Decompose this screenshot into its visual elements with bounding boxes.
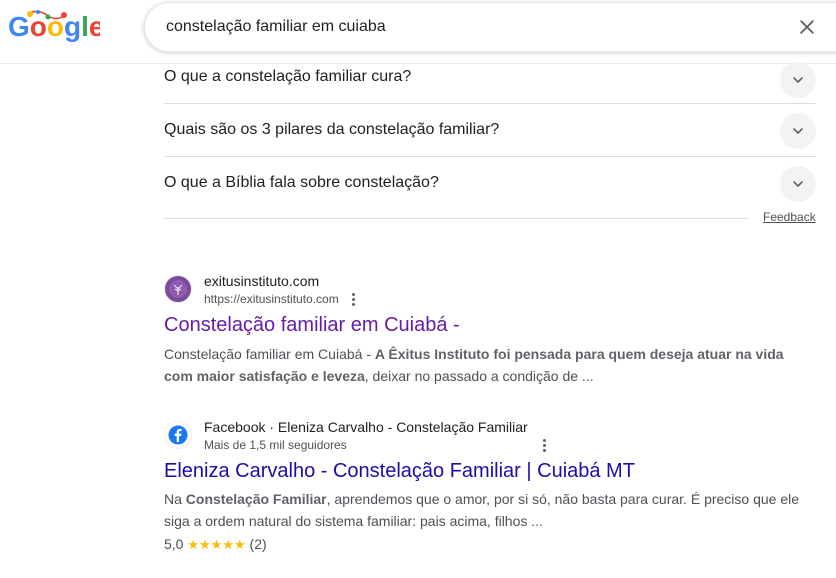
- svg-text:Google: Google: [8, 11, 100, 42]
- paa-question-text: Quais são os 3 pilares da constelação fa…: [164, 121, 500, 138]
- result-snippet: Constelação familiar em Cuiabá - A Êxitu…: [164, 343, 814, 387]
- more-options-icon[interactable]: [535, 436, 553, 454]
- more-options-icon[interactable]: [344, 290, 362, 308]
- snippet-text: Constelação familiar em Cuiabá -: [164, 346, 375, 362]
- paa-question[interactable]: O que a constelação familiar cura?: [164, 52, 816, 104]
- site-favicon: [164, 421, 192, 449]
- close-icon: [800, 20, 814, 34]
- snippet-text: , deixar no passado a condição de ...: [364, 368, 594, 384]
- site-favicon: [164, 275, 192, 303]
- site-subtitle: Mais de 1,5 mil seguidores: [204, 438, 347, 452]
- people-also-ask: O que a constelação familiar cura? Quais…: [164, 52, 816, 210]
- site-url[interactable]: https://exitusinstituto.com: [204, 292, 339, 306]
- paa-question-text: O que a constelação familiar cura?: [164, 68, 412, 85]
- feedback-link[interactable]: Feedback: [763, 210, 816, 224]
- chevron-down-icon[interactable]: [780, 62, 816, 98]
- search-input[interactable]: constelação familiar em cuiaba: [166, 18, 386, 36]
- star-rating-icon: ★★★★★: [187, 537, 246, 552]
- rating-value: 5,0: [164, 536, 184, 552]
- search-box[interactable]: constelação familiar em cuiaba: [144, 2, 836, 52]
- site-name[interactable]: exitusinstituto.com: [204, 273, 319, 289]
- clear-search-button[interactable]: [795, 15, 819, 39]
- site-name[interactable]: Facebook · Eleniza Carvalho - Constelaçã…: [204, 419, 528, 435]
- tree-icon: [169, 280, 187, 298]
- paa-question[interactable]: Quais são os 3 pilares da constelação fa…: [164, 104, 816, 157]
- result-title-link[interactable]: Eleniza Carvalho - Constelação Familiar …: [164, 460, 635, 483]
- result-snippet: Na Constelação Familiar, aprendemos que …: [164, 488, 814, 532]
- snippet-highlight: Constelação Familiar: [185, 491, 327, 507]
- google-doodle-logo[interactable]: Google: [8, 6, 104, 46]
- divider: [164, 218, 748, 219]
- facebook-icon: [168, 425, 188, 445]
- snippet-text: Na: [164, 491, 186, 507]
- paa-question[interactable]: O que a Bíblia fala sobre constelação?: [164, 157, 816, 210]
- result-title-link[interactable]: Constelação familiar em Cuiabá -: [164, 314, 460, 337]
- chevron-down-icon[interactable]: [780, 166, 816, 202]
- rating: 5,0 ★★★★★ (2): [164, 536, 267, 553]
- paa-question-text: O que a Bíblia fala sobre constelação?: [164, 174, 439, 191]
- chevron-down-icon[interactable]: [780, 113, 816, 149]
- rating-count: (2): [249, 536, 267, 552]
